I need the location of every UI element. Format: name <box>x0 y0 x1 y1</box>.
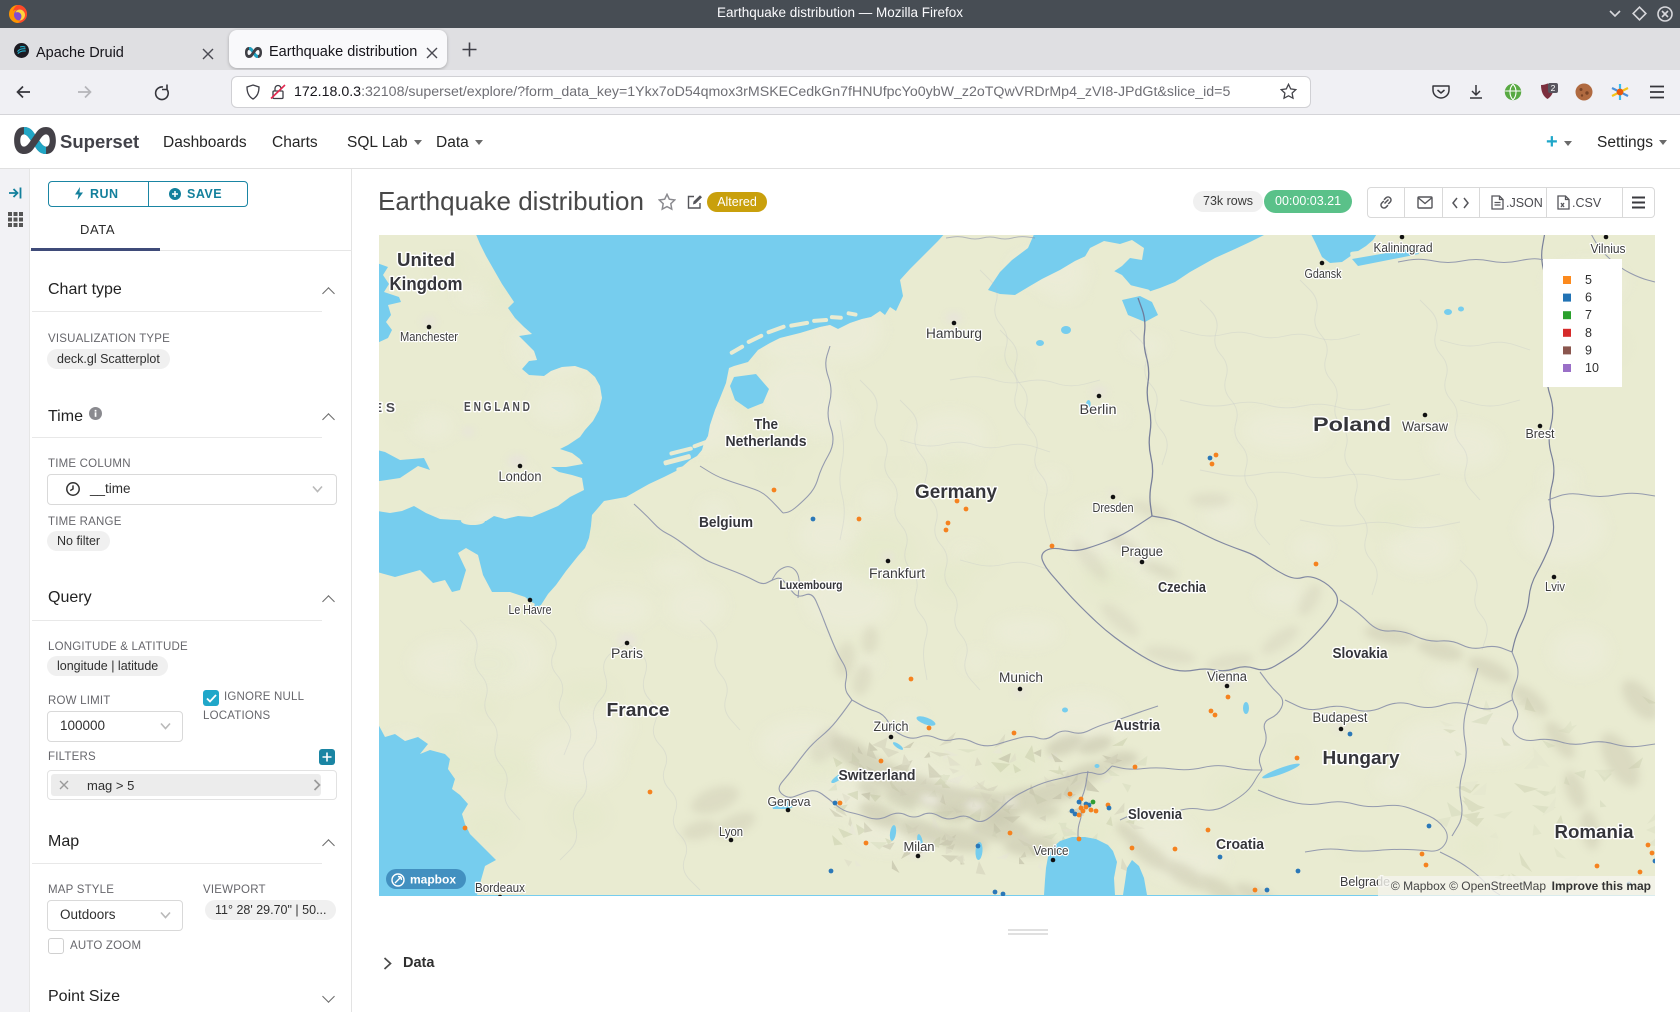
svg-text:Vilnius: Vilnius <box>1591 242 1626 256</box>
svg-text:mapbox: mapbox <box>410 873 456 887</box>
svg-text:Gdansk: Gdansk <box>1305 267 1343 281</box>
svg-text:Paris: Paris <box>611 646 643 661</box>
svg-text:Le Havre: Le Havre <box>509 603 552 617</box>
svg-text:E S: E S <box>379 401 395 415</box>
svg-text:Milan: Milan <box>904 840 935 854</box>
svg-text:Hungary: Hungary <box>1323 748 1400 768</box>
svg-text:Lyon: Lyon <box>719 825 743 839</box>
svg-text:Venice: Venice <box>1034 844 1069 858</box>
svg-text:United: United <box>397 250 455 270</box>
svg-text:Netherlands: Netherlands <box>726 434 807 450</box>
svg-text:Munich: Munich <box>999 670 1043 685</box>
svg-text:Berlin: Berlin <box>1080 402 1117 417</box>
svg-text:Slovakia: Slovakia <box>1333 646 1389 662</box>
svg-text:Hamburg: Hamburg <box>926 326 982 341</box>
svg-text:Austria: Austria <box>1114 718 1161 734</box>
svg-text:London: London <box>499 469 542 484</box>
svg-text:Romania: Romania <box>1555 822 1635 842</box>
svg-text:8: 8 <box>1585 326 1592 340</box>
svg-text:Bordeaux: Bordeaux <box>475 881 526 895</box>
svg-text:Geneva: Geneva <box>768 795 811 809</box>
svg-text:Zurich: Zurich <box>874 719 909 734</box>
svg-text:Dresden: Dresden <box>1093 501 1134 515</box>
svg-text:5: 5 <box>1585 273 1592 287</box>
svg-text:Kaliningrad: Kaliningrad <box>1374 241 1433 255</box>
svg-text:The: The <box>754 417 778 433</box>
svg-text:Poland: Poland <box>1313 415 1391 436</box>
svg-text:© Mapbox © OpenStreetMap: © Mapbox © OpenStreetMap <box>1391 879 1546 893</box>
svg-text:Brest: Brest <box>1526 427 1556 441</box>
svg-text:9: 9 <box>1585 343 1592 357</box>
svg-text:Improve this map: Improve this map <box>1552 879 1651 893</box>
svg-text:Croatia: Croatia <box>1216 837 1265 853</box>
svg-text:Warsaw: Warsaw <box>1402 419 1448 434</box>
svg-text:Manchester: Manchester <box>400 330 458 344</box>
svg-text:Switzerland: Switzerland <box>839 768 916 784</box>
svg-text:Lviv: Lviv <box>1545 580 1566 594</box>
svg-text:7: 7 <box>1585 308 1592 322</box>
svg-text:Czechia: Czechia <box>1158 580 1207 596</box>
svg-text:6: 6 <box>1585 291 1592 305</box>
svg-text:E N G L A N D: E N G L A N D <box>464 400 530 414</box>
svg-text:Slovenia: Slovenia <box>1128 807 1183 823</box>
svg-text:France: France <box>607 700 670 720</box>
svg-text:Frankfurt: Frankfurt <box>869 566 925 581</box>
svg-text:Kingdom: Kingdom <box>390 274 463 294</box>
svg-text:Prague: Prague <box>1121 544 1163 559</box>
svg-text:Budapest: Budapest <box>1313 710 1368 725</box>
svg-text:2: 2 <box>1551 83 1556 93</box>
svg-text:10: 10 <box>1585 361 1599 375</box>
svg-text:Luxembourg: Luxembourg <box>780 578 843 592</box>
svg-text:Vienna: Vienna <box>1207 669 1247 684</box>
svg-text:Belgium: Belgium <box>699 515 753 531</box>
